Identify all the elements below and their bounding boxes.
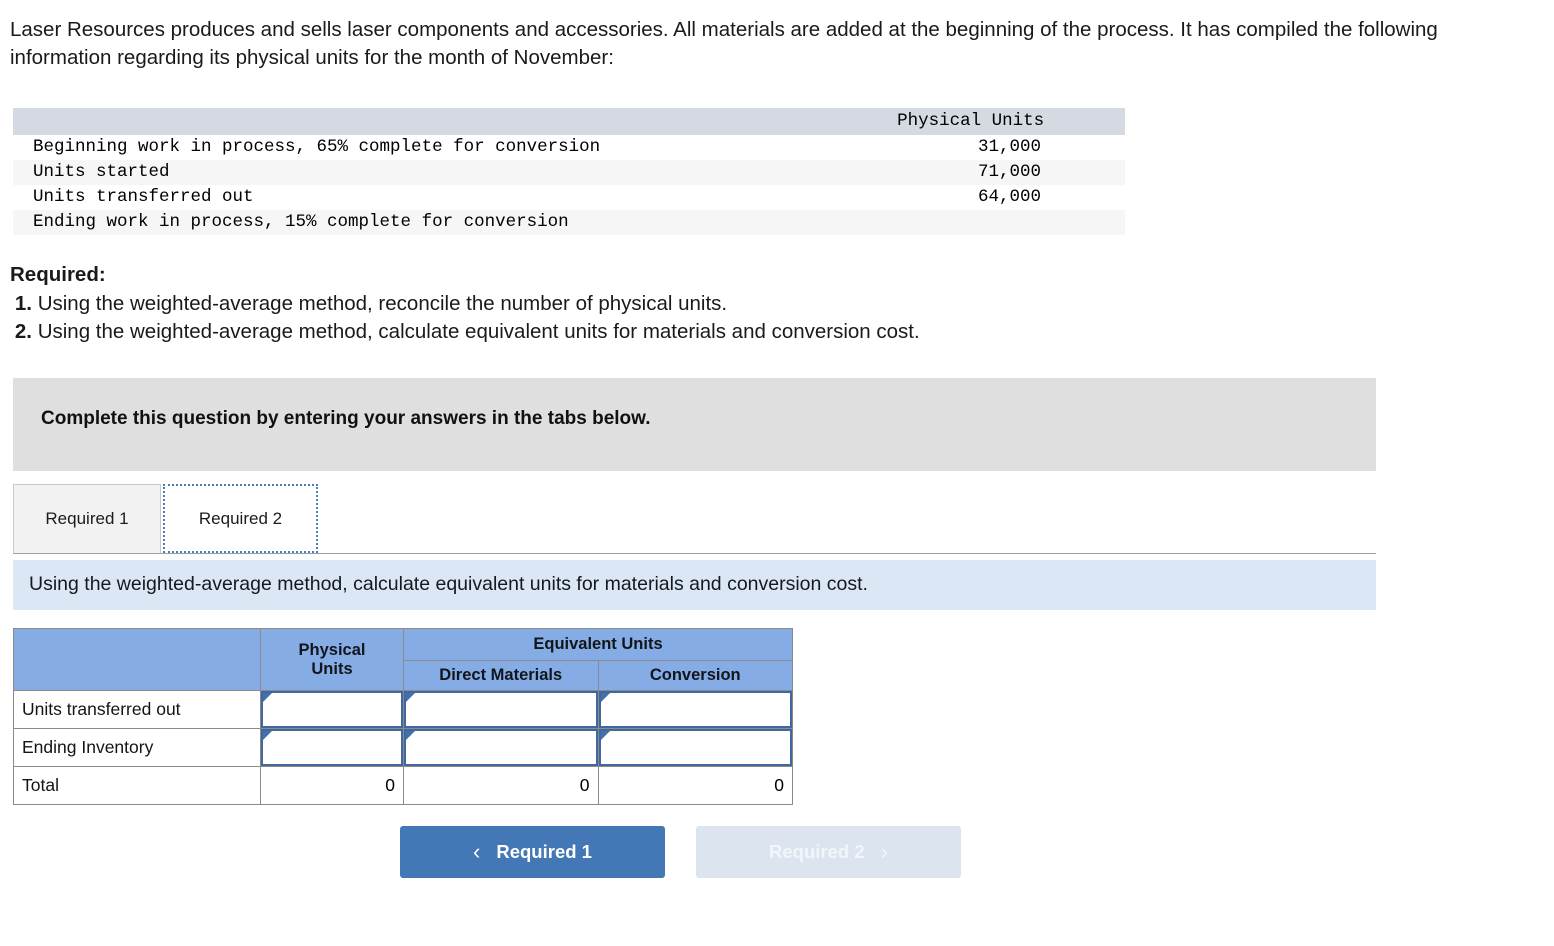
required-item-1-text: Using the weighted-average method, recon… — [37, 291, 728, 315]
physical-units-line-1: Physical — [298, 640, 366, 659]
answer-row-label-units-transferred-out: Units transferred out — [13, 690, 261, 729]
tab-required-1[interactable]: Required 1 — [13, 484, 161, 553]
facts-row-label: Beginning work in process, 65% complete … — [33, 137, 601, 157]
physical-units-facts-table: Physical Units Beginning work in process… — [13, 108, 1125, 235]
input-box[interactable] — [598, 729, 792, 766]
complete-question-text: Complete this question by entering your … — [41, 408, 651, 429]
input-cell-ending-conversion[interactable] — [597, 728, 793, 767]
tab-required-2[interactable]: Required 2 — [163, 484, 318, 553]
required-section: Required: 1. Using the weighted-average … — [10, 261, 1310, 347]
tab-instruction-text: Using the weighted-average method, calcu… — [29, 573, 868, 595]
answer-table-body: Units transferred out Ending Inventory T… — [13, 690, 793, 805]
tab-required-1-label: Required 1 — [45, 509, 129, 528]
facts-row-value — [856, 210, 1125, 235]
required-title: Required: — [10, 263, 106, 286]
prev-button-label: Required 1 — [496, 841, 592, 862]
facts-header-physical-units: Physical Units — [856, 108, 1125, 135]
answer-table-head: Physical Units Equivalent Units Direct M… — [13, 628, 793, 691]
facts-row-label: Units transferred out — [33, 187, 254, 207]
answer-row-label-total: Total — [13, 766, 261, 805]
answer-header-conversion: Conversion — [597, 660, 793, 691]
equivalent-units-answer-table: Physical Units Equivalent Units Direct M… — [13, 628, 793, 805]
facts-header-row: Physical Units — [13, 108, 1125, 135]
next-required-2-button[interactable]: Required 2 › — [696, 826, 961, 878]
input-cell-transferred-physical-units[interactable] — [260, 690, 404, 729]
answer-header-direct-materials: Direct Materials — [403, 660, 599, 691]
table-row: Ending Inventory — [13, 728, 793, 767]
next-button-label: Required 2 — [769, 841, 865, 862]
answer-header-row-1: Physical Units Equivalent Units — [13, 628, 793, 691]
tab-underline — [13, 553, 1376, 554]
required-item-2: 2. Using the weighted-average method, ca… — [10, 318, 1310, 347]
complete-question-panel: Complete this question by entering your … — [13, 378, 1376, 471]
total-conversion: 0 — [597, 766, 793, 805]
prev-required-1-button[interactable]: ‹ Required 1 — [400, 826, 665, 878]
facts-row-value: 64,000 — [977, 187, 1041, 207]
total-direct-materials: 0 — [403, 766, 599, 805]
facts-row-label: Units started — [33, 162, 170, 182]
table-row: Beginning work in process, 65% complete … — [13, 135, 1125, 160]
chevron-right-icon: › — [880, 839, 888, 864]
facts-row-value: 31,000 — [977, 137, 1041, 157]
input-cell-transferred-direct-materials[interactable] — [403, 690, 599, 729]
total-physical-units: 0 — [260, 766, 404, 805]
tab-instruction-bar: Using the weighted-average method, calcu… — [13, 560, 1376, 610]
facts-header-blank — [13, 108, 857, 135]
input-cell-transferred-conversion[interactable] — [597, 690, 793, 729]
table-row: Units started 71,000 — [13, 160, 1125, 185]
input-box[interactable] — [404, 729, 598, 766]
requirement-tabs: Required 1 Required 2 — [13, 484, 1376, 554]
input-box[interactable] — [404, 691, 598, 728]
intro-paragraph: Laser Resources produces and sells laser… — [10, 18, 1438, 69]
facts-table-head: Physical Units — [13, 108, 1125, 135]
physical-units-line-2: Units — [311, 659, 353, 678]
table-row: Total 0 0 0 — [13, 766, 793, 805]
table-row: Units transferred out 64,000 — [13, 185, 1125, 210]
facts-row-value: 71,000 — [977, 162, 1041, 182]
required-item-1-number: 1. — [14, 291, 32, 315]
input-box[interactable] — [261, 691, 403, 728]
required-item-2-text: Using the weighted-average method, calcu… — [37, 320, 920, 343]
required-item-1: 1. Using the weighted-average method, re… — [10, 290, 1310, 319]
input-box[interactable] — [261, 729, 403, 766]
chevron-left-icon: ‹ — [473, 839, 481, 864]
facts-row-label: Ending work in process, 15% complete for… — [33, 212, 569, 232]
tab-required-2-label: Required 2 — [198, 508, 283, 528]
answer-row-label-ending-inventory: Ending Inventory — [13, 728, 261, 767]
answer-header-physical-units: Physical Units — [260, 628, 404, 691]
input-cell-ending-direct-materials[interactable] — [403, 728, 599, 767]
answer-header-equivalent-units: Equivalent Units — [403, 628, 793, 661]
table-row: Units transferred out — [13, 690, 793, 729]
table-row: Ending work in process, 15% complete for… — [13, 210, 1125, 235]
input-box[interactable] — [598, 691, 792, 728]
answer-header-blank — [13, 628, 261, 691]
required-item-2-number: 2. — [14, 320, 32, 343]
question-page: Laser Resources produces and sells laser… — [0, 0, 1554, 946]
input-cell-ending-physical-units[interactable] — [260, 728, 404, 767]
requirement-nav-buttons: ‹ Required 1 Required 2 › — [400, 826, 1000, 878]
facts-table-body: Beginning work in process, 65% complete … — [13, 135, 1125, 235]
